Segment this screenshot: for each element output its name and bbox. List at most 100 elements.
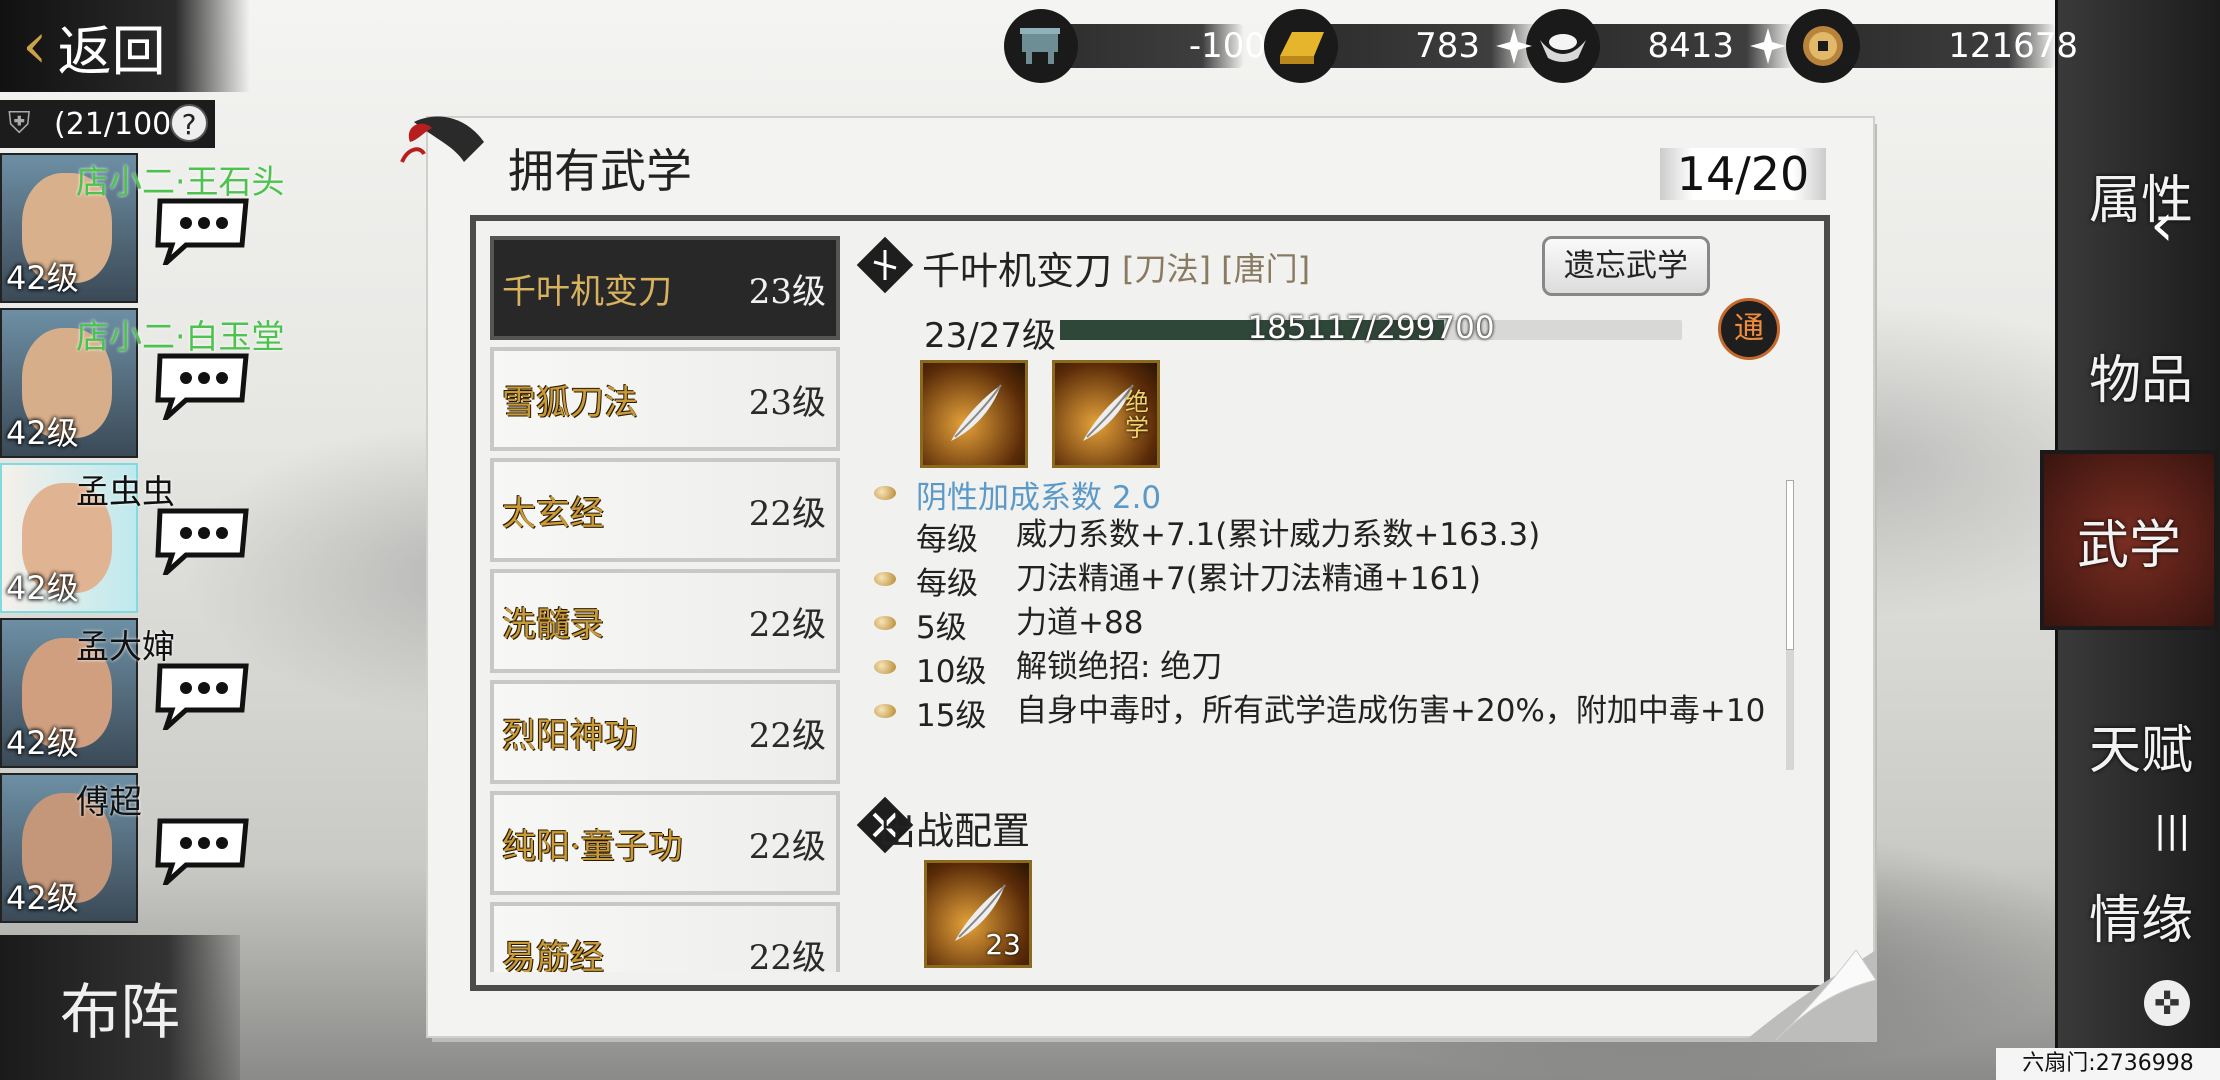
page-curl bbox=[1746, 950, 1876, 1040]
skill-name: 烈阳神功 bbox=[502, 715, 638, 756]
currency-value: 8413 bbox=[1647, 26, 1734, 66]
chat-bubble-icon[interactable] bbox=[152, 660, 252, 730]
skill-name: 雪狐刀法 bbox=[502, 382, 638, 423]
side-nav: 属性物品武学天赋情缘 ‹ ||| ✜ bbox=[2040, 0, 2220, 1080]
bullet-icon bbox=[874, 616, 896, 630]
nav-label: 武学 bbox=[2076, 515, 2181, 576]
add-icon[interactable] bbox=[1494, 26, 1534, 66]
formation-label: 布阵 bbox=[60, 978, 180, 1048]
currency-value: 783 bbox=[1415, 26, 1480, 66]
skill-level: 22级 bbox=[748, 493, 826, 534]
skill-name: 千叶机变刀 bbox=[502, 271, 672, 312]
skill-title: 千叶机变刀 bbox=[922, 249, 1113, 293]
skill-list-item[interactable]: 千叶机变刀 23级 bbox=[490, 236, 840, 340]
exp-progress-text: 185117/299700 bbox=[1247, 310, 1495, 346]
currency-gold-bar: 783 bbox=[1264, 8, 1550, 84]
gamepad-icon[interactable]: ✜ bbox=[2144, 980, 2190, 1026]
skill-list-item[interactable]: 易筋经 22级 bbox=[490, 902, 840, 972]
member-level: 42级 bbox=[6, 414, 79, 452]
bullet-icon bbox=[874, 704, 896, 718]
skill-list[interactable]: 千叶机变刀 23级 雪狐刀法 23级 太玄经 22级 洗髓录 22级 烈阳神功 22级 纯阳·童子功… bbox=[490, 236, 842, 972]
currency-value: -100 bbox=[1188, 26, 1266, 66]
chat-bubble-icon[interactable] bbox=[152, 195, 252, 265]
party-count: ⛨ (21/100 ? bbox=[0, 100, 215, 148]
effect-highlight-text: 阴性加成系数 2.0 bbox=[916, 480, 1162, 516]
member-level: 42级 bbox=[6, 724, 79, 762]
member-name: 傅超 bbox=[76, 782, 142, 821]
effects-scroll-thumb[interactable] bbox=[1786, 480, 1794, 650]
skill-tags: [刀法] [唐门] bbox=[1122, 250, 1311, 288]
nav-attribute[interactable]: 属性 bbox=[2066, 120, 2216, 270]
party-member[interactable]: 42级 孟虫虫 bbox=[0, 463, 250, 615]
coin-icon bbox=[1786, 9, 1860, 83]
skill-move-slot[interactable] bbox=[920, 360, 1028, 468]
dart-ribbon-icon bbox=[400, 116, 484, 163]
bullet-icon bbox=[874, 660, 896, 674]
server-id: 六扇门:2736998 bbox=[1996, 1048, 2220, 1080]
chevron-left-icon[interactable]: ‹ bbox=[2150, 190, 2174, 260]
chevron-left-icon: ‹ bbox=[22, 9, 48, 83]
effect-level: 10级 bbox=[916, 654, 987, 690]
nav-items[interactable]: 物品 bbox=[2066, 300, 2216, 450]
currency-cart: -100 bbox=[1004, 8, 1266, 84]
skill-list-item[interactable]: 雪狐刀法 23级 bbox=[490, 347, 840, 451]
effect-level: 每级 bbox=[916, 522, 978, 558]
party-member[interactable]: 42级 傅超 bbox=[0, 773, 250, 925]
effect-text: 刀法精通+7(累计刀法精通+161) bbox=[1016, 561, 1482, 597]
formation-button[interactable]: 布阵 bbox=[0, 935, 240, 1080]
nav-talent[interactable]: 天赋 bbox=[2066, 670, 2216, 820]
forget-skill-button[interactable]: 遗忘武学 bbox=[1542, 236, 1710, 296]
party-member[interactable]: 42级 店小二·王石头 bbox=[0, 153, 285, 305]
nav-martial-arts[interactable]: 武学 bbox=[2040, 450, 2218, 630]
currency-value: 121678 bbox=[1948, 26, 2078, 66]
mastery-badge[interactable]: 通 bbox=[1718, 298, 1780, 360]
effect-level: 15级 bbox=[916, 698, 987, 734]
bullet-icon bbox=[874, 572, 896, 586]
effect-text: 解锁绝招: 绝刀 bbox=[1016, 649, 1223, 685]
skill-level: 22级 bbox=[748, 826, 826, 867]
panel-title: 拥有武学 bbox=[508, 144, 692, 198]
skill-effects: 阴性加成系数 2.0 每级 威力系数+7.1(累计威力系数+163.3) 每级 刀法精… bbox=[870, 472, 1800, 772]
chat-bubble-icon[interactable] bbox=[152, 505, 252, 575]
party-member[interactable]: 42级 孟大婶 bbox=[0, 618, 250, 770]
add-icon[interactable] bbox=[1748, 26, 1788, 66]
skill-name: 洗髓录 bbox=[502, 604, 604, 645]
skill-name: 易筋经 bbox=[502, 937, 604, 973]
skill-level: 22级 bbox=[748, 937, 826, 973]
menu-icon[interactable]: ||| bbox=[2154, 810, 2190, 851]
battle-slot[interactable]: 23 bbox=[924, 860, 1032, 968]
effect-text: 自身中毒时，所有武学造成伤害+20%，附加中毒+10 bbox=[1016, 693, 1766, 729]
help-icon[interactable]: ? bbox=[170, 104, 208, 142]
gold-bar-icon bbox=[1264, 9, 1338, 83]
skill-level: 23级 bbox=[748, 382, 826, 423]
skill-level: 22级 bbox=[748, 715, 826, 756]
currency-coin: 121678 bbox=[1786, 8, 2078, 84]
cart-icon bbox=[1004, 9, 1078, 83]
silver-ingot-icon bbox=[1526, 9, 1600, 83]
back-button[interactable]: ‹ 返回 bbox=[0, 0, 250, 92]
skill-list-item[interactable]: 烈阳神功 22级 bbox=[490, 680, 840, 784]
member-level: 42级 bbox=[6, 879, 79, 917]
nav-relationship[interactable]: 情缘 bbox=[2066, 840, 2216, 990]
chat-bubble-icon[interactable] bbox=[152, 815, 252, 885]
member-level: 42级 bbox=[6, 569, 79, 607]
skill-name: 纯阳·童子功 bbox=[502, 826, 683, 867]
skill-level: 23/27级 bbox=[924, 316, 1056, 356]
party-member[interactable]: 42级 店小二·白玉堂 bbox=[0, 308, 285, 460]
skill-list-item[interactable]: 洗髓录 22级 bbox=[490, 569, 840, 673]
skill-level: 22级 bbox=[748, 604, 826, 645]
helmet-icon: ⛨ bbox=[8, 106, 31, 141]
skill-name: 太玄经 bbox=[502, 493, 604, 534]
blade-skill-icon bbox=[951, 384, 1002, 441]
nav-label: 天赋 bbox=[2088, 720, 2193, 781]
nav-label: 情缘 bbox=[2088, 890, 2193, 951]
skill-list-item[interactable]: 太玄经 22级 bbox=[490, 458, 840, 562]
effect-level: 5级 bbox=[916, 610, 967, 646]
chat-bubble-icon[interactable] bbox=[152, 350, 252, 420]
skill-move-slot[interactable]: 绝学 bbox=[1052, 360, 1160, 468]
ultimate-tag: 绝学 bbox=[1125, 388, 1149, 442]
skill-list-item[interactable]: 纯阳·童子功 22级 bbox=[490, 791, 840, 895]
diamond-emblem-icon bbox=[856, 236, 914, 294]
effect-level: 每级 bbox=[916, 566, 978, 602]
skill-level: 23级 bbox=[748, 271, 826, 312]
